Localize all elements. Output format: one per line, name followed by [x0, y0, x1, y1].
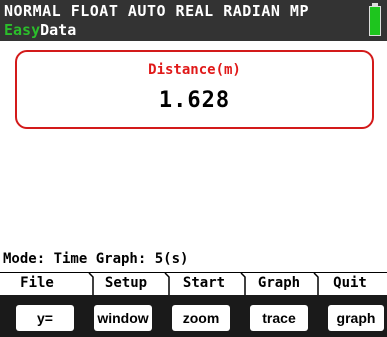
app-badge: Easy: [4, 21, 41, 39]
y-equals-key[interactable]: y=: [16, 305, 74, 331]
menu-graph-button[interactable]: Graph: [248, 273, 310, 293]
calculator-screen: NORMAL FLOAT AUTO REAL RADIAN MP EasyDat…: [0, 0, 387, 295]
meter-value: 1.628: [158, 88, 231, 113]
menu-file-button[interactable]: File: [6, 273, 68, 293]
mode-status-text: NORMAL FLOAT AUTO REAL RADIAN MP: [4, 2, 309, 20]
zoom-key[interactable]: zoom: [172, 305, 230, 331]
menu-start-button[interactable]: Start: [171, 273, 237, 293]
graph-key[interactable]: graph: [328, 305, 384, 331]
status-bar: NORMAL FLOAT AUTO REAL RADIAN MP EasyDat…: [0, 0, 387, 41]
mode-info-line: Mode: Time Graph: 5(s): [3, 251, 189, 267]
calculator-key-strip: y= window zoom trace graph: [0, 295, 387, 337]
distance-meter-panel: Distance(m) 1.628: [15, 50, 374, 129]
window-key[interactable]: window: [94, 305, 152, 331]
meter-label: Distance(m): [148, 62, 241, 78]
trace-key[interactable]: trace: [250, 305, 308, 331]
menu-setup-button[interactable]: Setup: [95, 273, 157, 293]
battery-icon: [369, 3, 381, 36]
app-name: Data: [40, 21, 77, 39]
menu-quit-button[interactable]: Quit: [322, 273, 378, 293]
app-title: EasyData: [4, 21, 76, 39]
soft-key-menu: File Setup Start Graph Quit: [0, 272, 387, 295]
